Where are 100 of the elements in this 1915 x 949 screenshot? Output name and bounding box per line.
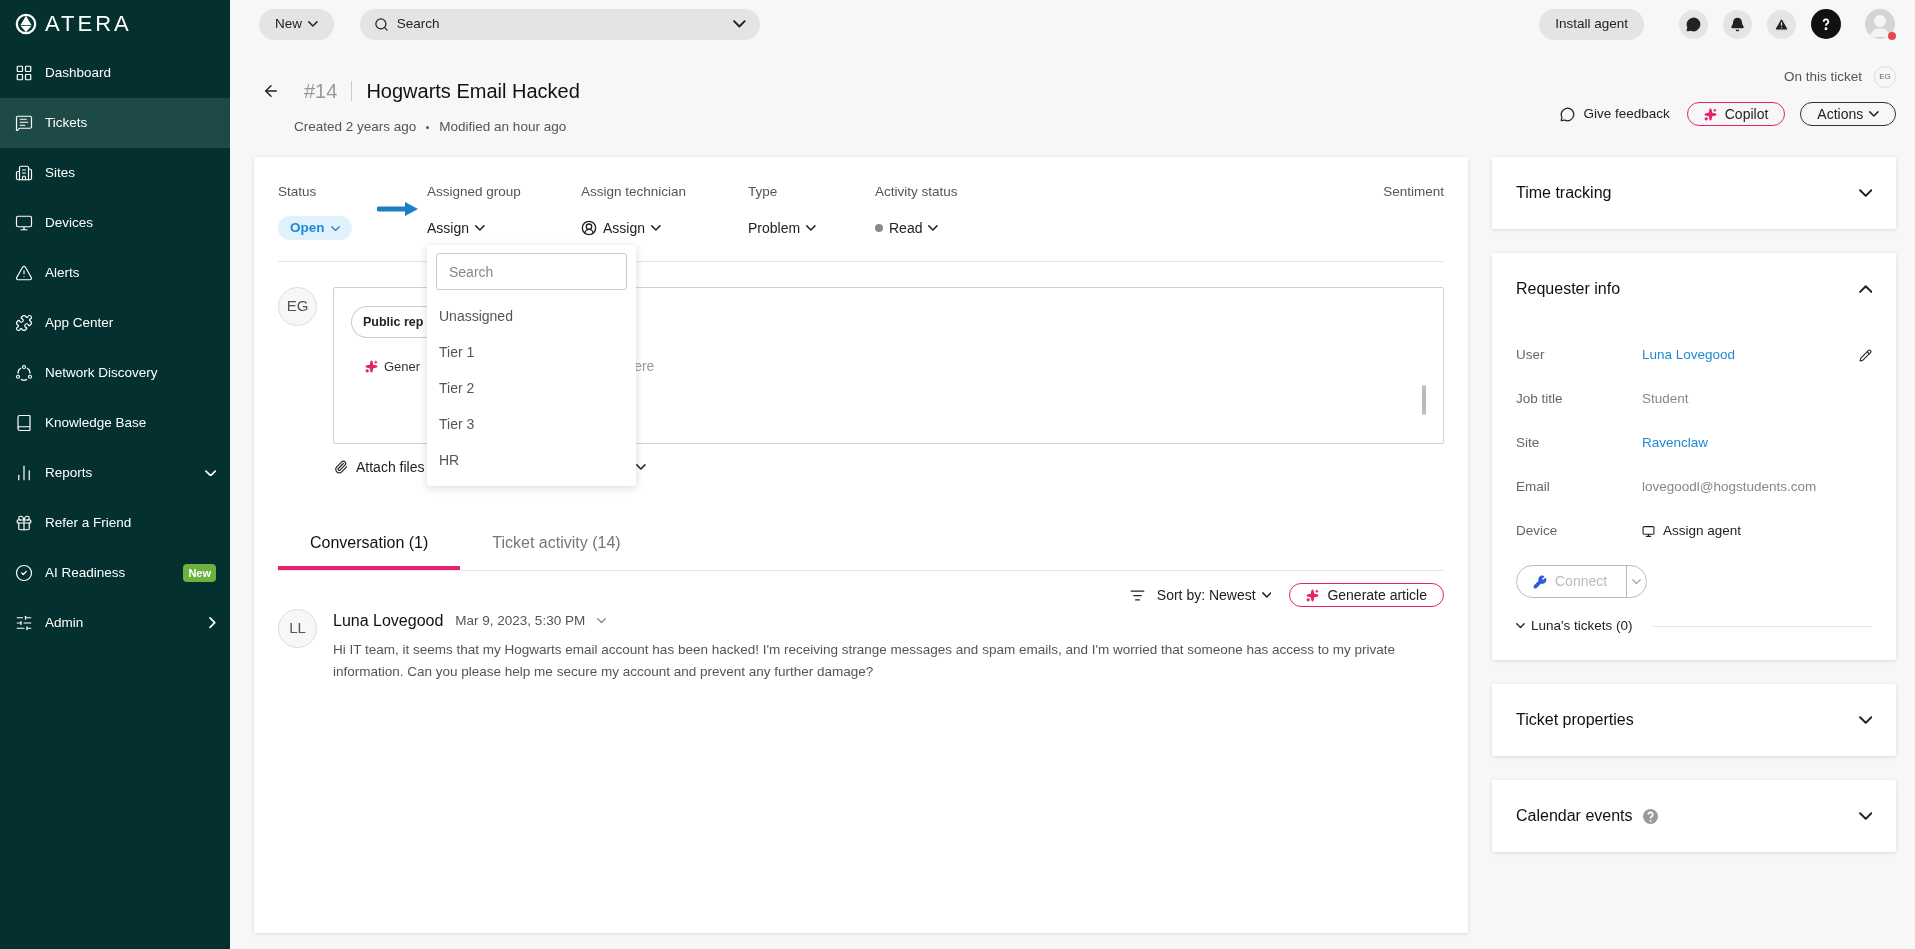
sidebar-label: Tickets xyxy=(45,113,89,132)
sidebar-item[interactable]: App Center xyxy=(0,298,230,348)
sidebar-item[interactable]: Sites xyxy=(0,148,230,198)
author-avatar: LL xyxy=(278,609,317,648)
bell-icon xyxy=(1730,16,1745,32)
sidebar-label: Knowledge Base xyxy=(45,413,148,432)
dropdown-option[interactable]: Tier 1 xyxy=(427,334,636,370)
puzzle-icon xyxy=(15,314,33,332)
dropdown-search-field[interactable]: Search xyxy=(436,253,627,290)
info-link[interactable]: Ravenclaw xyxy=(1642,432,1709,454)
user-avatar[interactable] xyxy=(1865,9,1895,39)
info-label: Site xyxy=(1516,433,1541,452)
sidebar-label: App Center xyxy=(45,313,115,332)
edit-icon[interactable] xyxy=(1859,348,1872,362)
give-feedback-button[interactable]: Give feedback xyxy=(1560,103,1670,125)
chevron-down-icon xyxy=(1632,578,1641,585)
sort-dropdown[interactable]: Sort by: Newest xyxy=(1156,584,1272,606)
dropdown-option[interactable]: Unassigned xyxy=(427,298,636,334)
notifications-button[interactable] xyxy=(1723,9,1752,39)
network-icon xyxy=(15,364,33,382)
help-button[interactable] xyxy=(1811,9,1841,39)
speech-bubble-icon xyxy=(1560,106,1576,122)
chevron-down-icon xyxy=(597,618,607,624)
new-badge: New xyxy=(183,563,216,583)
chevron-down-icon xyxy=(1261,592,1272,598)
sidebar-label: Refer a Friend xyxy=(45,513,133,532)
sidebar-item[interactable]: Tickets xyxy=(0,98,230,148)
ticket-icon xyxy=(15,114,33,132)
chat-button[interactable] xyxy=(1679,9,1708,39)
sparkle-icon xyxy=(365,360,378,373)
sliders-icon xyxy=(15,614,33,632)
wrench-icon xyxy=(1533,574,1547,589)
tab[interactable]: Conversation (1) xyxy=(278,519,461,570)
dashboard-icon xyxy=(15,64,33,82)
sidebar-label: Sites xyxy=(45,163,76,182)
logo-text: ATERA xyxy=(45,13,132,35)
sidebar-item[interactable]: Reports xyxy=(0,448,230,498)
sidebar-item[interactable]: Dashboard xyxy=(0,48,230,98)
panel-header[interactable]: Requester info xyxy=(1516,253,1872,325)
field-dropdown[interactable]: Assign xyxy=(427,217,485,239)
sparkle-icon xyxy=(1306,588,1320,602)
search-input[interactable]: Search xyxy=(396,13,725,35)
search-icon xyxy=(373,16,389,32)
back-icon[interactable] xyxy=(262,82,280,100)
technician-dropdown[interactable]: Assign xyxy=(581,217,661,239)
chevron-down-icon xyxy=(308,21,318,27)
info-link[interactable]: Luna Lovegood xyxy=(1642,344,1736,366)
info-label: User xyxy=(1516,345,1546,364)
sidebar-label: Devices xyxy=(45,213,94,232)
paperclip-icon xyxy=(334,460,348,474)
ticket-number: #14 xyxy=(304,79,338,104)
chevron-down-icon xyxy=(733,20,746,28)
chevron-down-icon xyxy=(1858,188,1872,198)
field-label: Type xyxy=(748,183,779,201)
attach-files-button[interactable]: Attach files xyxy=(334,456,425,478)
panel-header[interactable]: Ticket properties xyxy=(1516,684,1872,757)
generate-link[interactable]: Gener xyxy=(384,356,421,377)
chevron-down-icon xyxy=(636,464,647,470)
dropdown-option[interactable]: Tier 2 xyxy=(427,370,636,406)
warning-icon xyxy=(1774,16,1789,32)
author-avatar: EG xyxy=(278,287,317,326)
gift-icon xyxy=(15,514,33,532)
scrollbar[interactable] xyxy=(1422,385,1426,415)
sidebar-item[interactable]: Network Discovery xyxy=(0,348,230,398)
sidebar-item[interactable]: AI Readiness New xyxy=(0,548,230,598)
field-label: Assign technician xyxy=(581,183,688,201)
tickets-toggle[interactable]: Luna's tickets (0) xyxy=(1531,616,1633,637)
chevron-right-icon xyxy=(209,617,216,629)
dropdown-option[interactable]: HR xyxy=(427,442,636,478)
chevron-down-icon xyxy=(806,225,816,232)
sidebar-item[interactable]: Knowledge Base xyxy=(0,398,230,448)
chevron-down-icon xyxy=(475,225,485,232)
activity-dropdown[interactable]: Read xyxy=(875,217,939,239)
filter-icon xyxy=(1129,587,1145,603)
sidebar-item[interactable]: Refer a Friend xyxy=(0,498,230,548)
sidebar-item[interactable]: Admin xyxy=(0,598,230,648)
chevron-down-icon xyxy=(1516,623,1525,629)
sidebar-item[interactable]: Alerts xyxy=(0,248,230,298)
field-label: Sentiment xyxy=(1383,183,1444,201)
panel-header[interactable]: Calendar events xyxy=(1516,780,1872,853)
on-this-ticket-label: On this ticket xyxy=(1783,67,1862,86)
arrow-annotation xyxy=(377,201,419,217)
panel-header[interactable]: Time tracking xyxy=(1516,157,1872,229)
dropdown-option[interactable]: Tier 3 xyxy=(427,406,636,442)
install-agent-button[interactable]: Install agent xyxy=(1539,8,1644,40)
chevron-up-icon xyxy=(1858,284,1872,294)
field-dropdown[interactable]: Problem xyxy=(748,217,816,239)
sidebar-label: Alerts xyxy=(45,263,81,282)
alert-icon xyxy=(15,264,33,282)
sidebar-item[interactable]: Devices xyxy=(0,198,230,248)
modified-time: Modified an hour ago xyxy=(439,118,567,136)
message-body: Hi IT team, it seems that my Hogwarts email account has been hacked! I'm receiving strange messages and spam emails, and I'm worried that someone has access to my private information. Can you please help me secure my account and prevent any further damage? xyxy=(333,641,1397,681)
building-icon xyxy=(15,164,33,182)
alerts-button[interactable] xyxy=(1767,9,1796,39)
assign-agent-link[interactable]: Assign agent xyxy=(1642,520,1742,542)
sidebar-label: AI Readiness xyxy=(45,563,127,582)
search-field[interactable]: Search xyxy=(359,8,760,40)
new-button[interactable]: New xyxy=(259,8,334,40)
tab[interactable]: Ticket activity (14) xyxy=(460,519,653,570)
field-label: Assigned group xyxy=(427,183,522,201)
